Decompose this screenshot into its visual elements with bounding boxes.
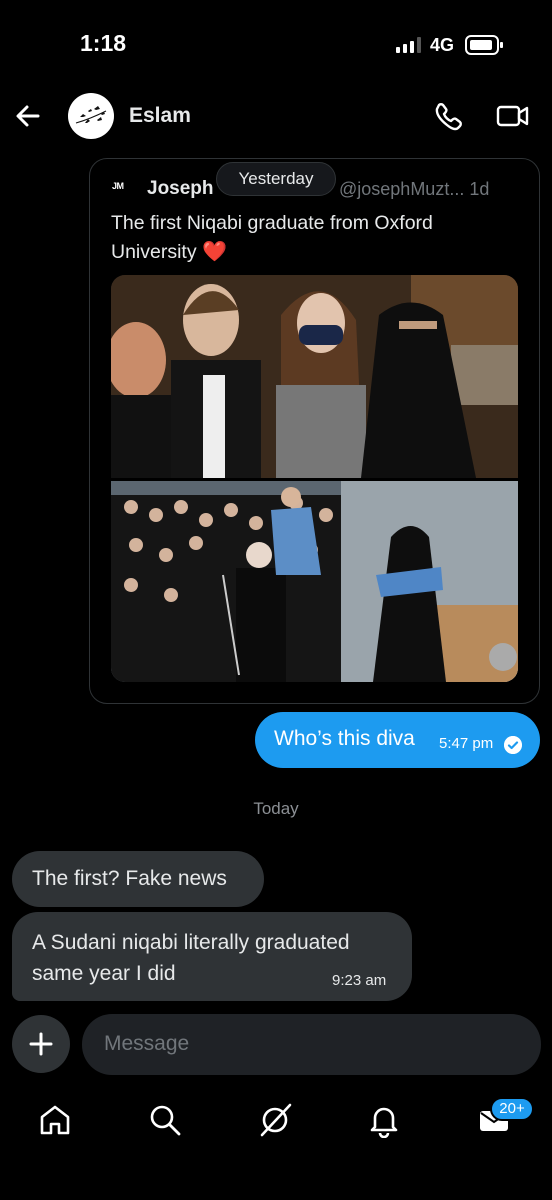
- network-type: 4G: [430, 35, 455, 55]
- messages-badge: 20+: [490, 1097, 534, 1121]
- message-input[interactable]: [104, 1030, 504, 1058]
- graduation-photo: [111, 275, 518, 682]
- heart-emoji: ❤️: [202, 241, 227, 263]
- plus-icon: [29, 1032, 53, 1056]
- phone-icon[interactable]: [432, 100, 464, 132]
- date-separator-today: Today: [253, 799, 299, 818]
- notifications-icon[interactable]: [366, 1102, 402, 1138]
- shared-post-card[interactable]: JM Joseph @josephMuzt... 1d The first Ni…: [89, 158, 540, 704]
- incoming-message-text: The first? Fake news: [32, 867, 227, 890]
- status-bar: 1:18 4G: [0, 0, 552, 80]
- post-text-body: The first Niqabi graduate from Oxford Un…: [111, 212, 433, 263]
- grok-icon[interactable]: [257, 1102, 293, 1138]
- incoming-message-bubble[interactable]: A Sudani niqabi literally graduated same…: [12, 912, 412, 1001]
- post-author-logo: JM: [112, 181, 124, 191]
- search-icon[interactable]: [147, 1102, 183, 1138]
- home-icon[interactable]: [37, 1102, 73, 1138]
- back-arrow-icon[interactable]: [12, 100, 44, 132]
- read-check-icon: [504, 736, 522, 754]
- incoming-message-bubble[interactable]: The first? Fake news: [12, 851, 264, 907]
- signal-icon: [396, 37, 421, 53]
- bottom-nav: [0, 1090, 552, 1150]
- video-icon[interactable]: [496, 101, 530, 131]
- battery-icon: [465, 35, 503, 55]
- outgoing-message-time: 5:47 pm: [439, 735, 494, 752]
- post-author-handle: @josephMuzt... 1d: [339, 179, 490, 199]
- contact-name[interactable]: Eslam: [129, 104, 191, 128]
- status-time: 1:18: [80, 30, 127, 56]
- outgoing-message-text: Who’s this diva: [274, 727, 415, 750]
- birds-avatar-icon: [75, 106, 107, 124]
- incoming-message-time: 9:23 am: [332, 972, 387, 989]
- add-attachment-button[interactable]: [12, 1015, 70, 1073]
- post-media[interactable]: [111, 275, 518, 682]
- message-composer[interactable]: [82, 1014, 541, 1075]
- post-author-name[interactable]: Joseph: [147, 178, 214, 200]
- conversation-header: Eslam: [0, 84, 552, 148]
- outgoing-message-bubble[interactable]: Who’s this diva 5:47 pm: [255, 712, 540, 768]
- date-separator-yesterday: Yesterday: [216, 162, 336, 196]
- avatar[interactable]: [68, 93, 114, 139]
- post-text: The first Niqabi graduate from Oxford Un…: [111, 209, 521, 267]
